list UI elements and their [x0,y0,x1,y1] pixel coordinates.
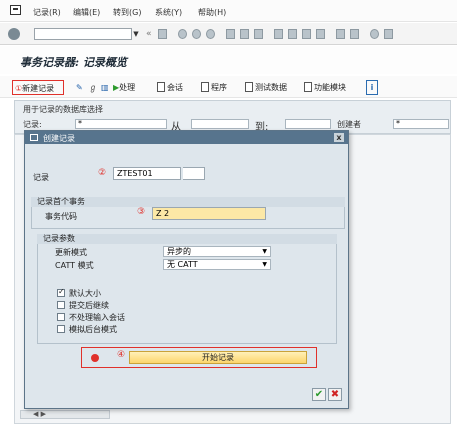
dialog-close-button[interactable]: x [334,133,344,142]
menu-bar: 记录(R) 编辑(E) 转到(G) 系统(Y) 帮助(H) [0,0,457,22]
back-icon[interactable] [178,29,187,39]
confirm-button[interactable]: ✔ [312,388,326,401]
dialog-window-icon [30,134,38,141]
record-selection-input[interactable]: * [75,119,167,129]
delete-icon[interactable]: ▥ [101,80,109,95]
cancel-button[interactable]: ✖ [328,388,342,401]
marker-2: ② [98,168,107,178]
program-label: 程序 [211,83,227,92]
to-date-input[interactable] [285,119,331,129]
test-data-doc-icon [245,82,253,92]
transaction-code-input[interactable]: Z 2 [152,207,266,220]
process-button[interactable]: ▶处理 [113,80,135,95]
params-group-header: 记录参数 [37,234,337,244]
start-recording-button[interactable]: 开始记录 [129,351,307,364]
print-icon[interactable] [226,29,235,39]
page-title: 事务记录器: 记录概览 [20,56,127,69]
title-area: 事务记录器: 记录概览 [0,46,457,74]
database-selection-section: 用于记录的数据库选择 记录: * 从 到: 创建者 * [14,100,451,134]
record-label: 记录 [33,173,49,182]
transaction-group-header: 记录首个事务 [31,197,345,207]
last-page-icon[interactable] [316,29,325,39]
menu-help[interactable]: 帮助(H) [198,7,226,18]
find-next-icon[interactable] [254,29,263,39]
record-name-input[interactable]: ZTEST01 [113,167,181,180]
start-recording-label: 开始记录 [202,353,234,362]
dialog-title: 创建记录 [43,134,75,143]
menu-system[interactable]: 系统(Y) [155,7,182,18]
catt-mode-select[interactable]: 无 CATT ▼ [163,259,271,270]
command-dropdown[interactable]: ▼ [131,28,141,40]
first-page-icon[interactable] [274,29,283,39]
update-mode-select[interactable]: 异步的 ▼ [163,246,271,257]
continue-after-commit-label: 提交后继续 [69,301,109,310]
creator-label: 创建者 [337,120,361,129]
test-data-label: 测试数据 [255,83,287,92]
menu-goto[interactable]: 转到(G) [113,7,141,18]
next-page-icon[interactable] [302,29,311,39]
function-module-label: 功能模块 [314,83,346,92]
previous-page-icon[interactable] [288,29,297,39]
from-date-input[interactable] [191,119,249,129]
continue-after-commit-checkbox[interactable] [57,301,65,309]
marker-3: ③ [137,207,146,217]
new-record-label: 新建记录 [22,84,55,93]
process-label: 处理 [119,83,136,92]
system-menu-icon[interactable] [10,5,21,15]
enter-icon[interactable] [8,28,20,40]
record-name-extension [183,167,205,180]
shortcut-icon[interactable] [350,29,359,39]
create-recording-dialog: 创建记录 x 记录 ② ZTEST01 记录首个事务 事务代码 ③ Z 2 记录… [24,130,349,409]
record-selection-label: 记录: [23,120,42,129]
session-label: 会话 [167,83,183,92]
marker-4: ④ [117,350,126,360]
back-history: « [146,29,152,39]
find-icon[interactable] [240,29,249,39]
session-doc-icon [157,82,165,92]
layout-menu-icon[interactable] [384,29,393,39]
transaction-code-label: 事务代码 [45,212,77,221]
save-icon[interactable] [158,29,167,39]
test-data-button[interactable]: 测试数据 [245,80,287,95]
function-module-button[interactable]: 功能模块 [304,80,346,95]
default-size-label: 默认大小 [69,289,101,298]
session-button[interactable]: 会话 [157,80,183,95]
help-icon[interactable] [370,29,379,39]
no-batch-input-label: 不处理输入会话 [69,313,125,322]
update-mode-value: 异步的 [167,247,191,256]
new-record-button[interactable]: ①新建记录 [12,80,64,95]
application-toolbar: ①新建记录 ✎ ℊ ▥ ▶处理 会话 程序 测试数据 功能模块 i [0,76,457,98]
no-batch-input-checkbox[interactable] [57,313,65,321]
info-icon[interactable]: i [366,80,378,95]
edit-pencil-icon[interactable]: ✎ [76,80,83,95]
standard-toolbar: ▼ « [0,23,457,45]
program-doc-icon [201,82,209,92]
menu-record[interactable]: 记录(R) [33,7,61,18]
command-field[interactable] [34,28,132,40]
display-icon[interactable]: ℊ [89,80,97,95]
default-size-checkbox[interactable] [57,287,65,297]
update-mode-dropdown-icon: ▼ [262,248,267,255]
update-mode-label: 更新模式 [55,248,87,257]
function-module-doc-icon [304,82,312,92]
catt-mode-value: 无 CATT [167,260,198,269]
simulate-background-checkbox[interactable] [57,325,65,333]
new-session-icon[interactable] [336,29,345,39]
cancel-icon[interactable] [206,29,215,39]
dialog-titlebar: 创建记录 x [25,131,348,144]
horizontal-scrollbar[interactable]: ◀ ▶ [20,410,110,419]
program-button[interactable]: 程序 [201,80,227,95]
catt-mode-dropdown-icon: ▼ [262,261,267,268]
simulate-background-label: 模拟后台模式 [69,325,117,334]
record-dot-icon [91,354,99,362]
exit-icon[interactable] [192,29,201,39]
catt-mode-label: CATT 模式 [55,261,94,270]
creator-input[interactable]: * [393,119,449,129]
selection-header: 用于记录的数据库选择 [23,105,103,114]
menu-edit[interactable]: 编辑(E) [73,7,100,18]
